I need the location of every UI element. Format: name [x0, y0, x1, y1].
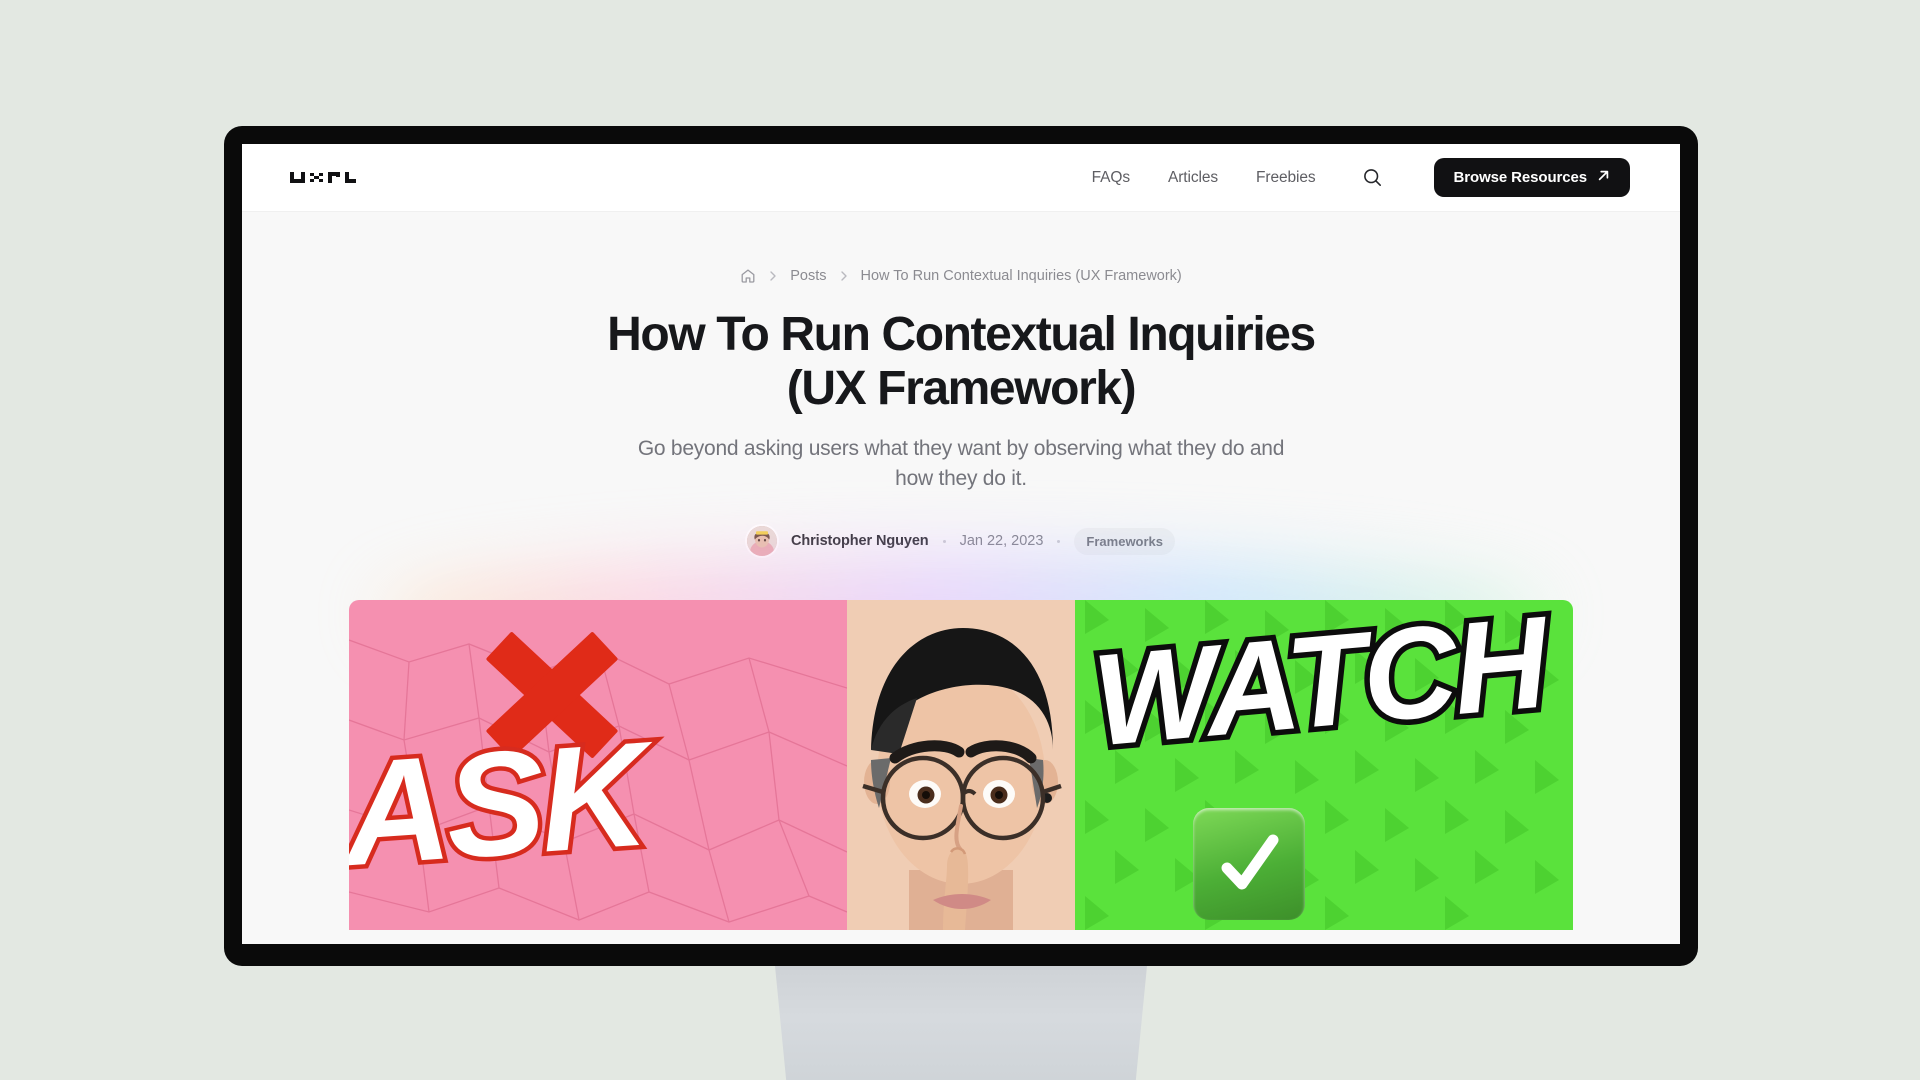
- hero-subject-photo: [847, 600, 1075, 931]
- publish-date: Jan 22, 2023: [959, 533, 1044, 550]
- main-navigation: FAQs Articles Freebies Browse Resources: [1092, 158, 1630, 197]
- nav-link-faqs[interactable]: FAQs: [1092, 169, 1130, 187]
- author-name[interactable]: Christopher Nguyen: [791, 533, 929, 549]
- article-header: Posts How To Run Contextual Inquiries (U…: [242, 212, 1680, 931]
- breadcrumb: Posts How To Run Contextual Inquiries (U…: [740, 268, 1182, 284]
- category-badge[interactable]: Frameworks: [1074, 527, 1176, 555]
- page-title: How To Run Contextual Inquiries (UX Fram…: [607, 308, 1316, 416]
- byline-separator-2: [1057, 539, 1061, 543]
- monitor-screen: FAQs Articles Freebies Browse Resources: [242, 144, 1680, 944]
- home-icon[interactable]: [740, 268, 756, 284]
- breadcrumb-separator-2: [839, 270, 849, 282]
- monitor-stand: [775, 966, 1147, 1080]
- article-byline: Christopher Nguyen Jan 22, 2023 Framewor…: [746, 526, 1176, 557]
- hero-right-panel: WATCH: [1075, 600, 1573, 931]
- hero-left-panel: ASK: [349, 600, 847, 931]
- hero-image: ASK WATCH: [349, 600, 1573, 931]
- browse-resources-button[interactable]: Browse Resources: [1433, 158, 1630, 197]
- site-header: FAQs Articles Freebies Browse Resources: [242, 144, 1680, 212]
- hero-left-label: ASK: [349, 707, 653, 902]
- avatar: [746, 526, 777, 557]
- monitor-bezel: FAQs Articles Freebies Browse Resources: [224, 126, 1698, 966]
- breadcrumb-item-posts[interactable]: Posts: [790, 268, 826, 284]
- hero-image-wrapper: ASK WATCH: [349, 554, 1573, 931]
- byline-separator-1: [942, 539, 946, 543]
- breadcrumb-separator-1: [768, 270, 778, 282]
- search-icon[interactable]: [1360, 165, 1386, 191]
- green-check-icon: [1193, 808, 1305, 921]
- nav-link-freebies[interactable]: Freebies: [1256, 169, 1316, 187]
- site-logo[interactable]: [290, 169, 356, 186]
- arrow-up-right-icon: [1597, 169, 1610, 186]
- desktop-scene: FAQs Articles Freebies Browse Resources: [0, 0, 1920, 1080]
- breadcrumb-item-current: How To Run Contextual Inquiries (UX Fram…: [860, 268, 1182, 284]
- browse-resources-label: Browse Resources: [1453, 169, 1588, 186]
- page-subtitle: Go beyond asking users what they want by…: [637, 437, 1285, 491]
- uxpl-pixel-logo-icon: [290, 169, 356, 186]
- nav-link-articles[interactable]: Articles: [1168, 169, 1218, 187]
